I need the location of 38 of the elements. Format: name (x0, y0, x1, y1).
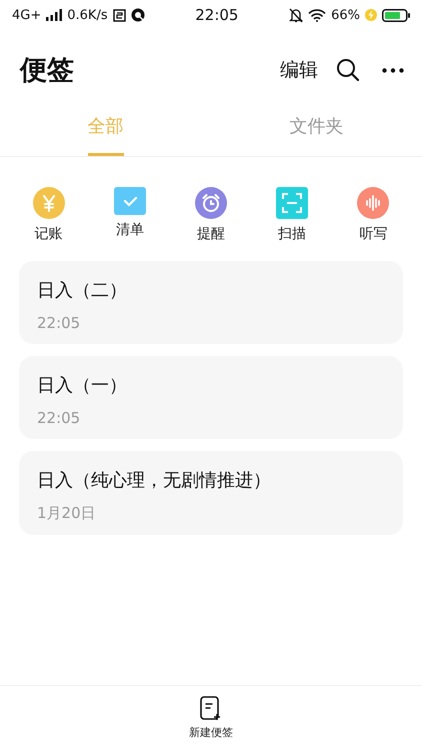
signal-icon (46, 9, 62, 21)
battery-icon (382, 8, 410, 22)
clock-time: 22:05 (195, 6, 238, 24)
sound-wave-icon (357, 187, 390, 219)
muted-bell-icon (289, 8, 304, 22)
app-notification-icon (130, 8, 145, 22)
wifi-icon (308, 8, 326, 22)
quick-action-button[interactable]: 提醒 (180, 187, 241, 243)
network-type: 4G+ (12, 8, 42, 22)
scan-icon (276, 187, 308, 219)
yen-icon (32, 187, 65, 219)
note-title: 日入（二） (37, 279, 128, 302)
new-note-icon (200, 696, 222, 722)
note-title: 日入（一） (37, 374, 128, 397)
alarm-clock-icon (194, 187, 227, 219)
search-button[interactable] (336, 58, 360, 82)
note-card[interactable]: 日入（二） 22:05 (19, 261, 403, 344)
edit-button[interactable]: 编辑 (280, 57, 318, 83)
note-title: 日入（纯心理，无剧情推进） (37, 469, 272, 492)
note-card[interactable]: 日入（纯心理，无剧情推进） 1月20日 (19, 451, 403, 535)
more-icon (382, 68, 404, 72)
note-time: 1月20日 (37, 504, 97, 523)
network-speed: 0.6K/s (67, 8, 108, 22)
more-button[interactable] (382, 68, 404, 72)
charging-icon (365, 9, 377, 21)
quick-action-button[interactable]: 听写 (343, 187, 404, 243)
quick-action-button[interactable]: 扫描 (262, 187, 322, 243)
search-icon (336, 58, 360, 82)
new-note-button[interactable]: 新建便签 (189, 696, 233, 740)
notification-icon (112, 8, 126, 22)
quick-action-button[interactable]: 记账 (18, 187, 79, 243)
battery-percent: 66% (331, 8, 360, 22)
note-time: 22:05 (37, 409, 82, 427)
note-time: 22:05 (37, 314, 82, 332)
app-title: 便签 (20, 54, 75, 88)
note-card[interactable]: 日入（一） 22:05 (19, 356, 403, 439)
quick-action-button[interactable]: 清单 (100, 187, 160, 243)
checkbox-icon (114, 187, 146, 215)
